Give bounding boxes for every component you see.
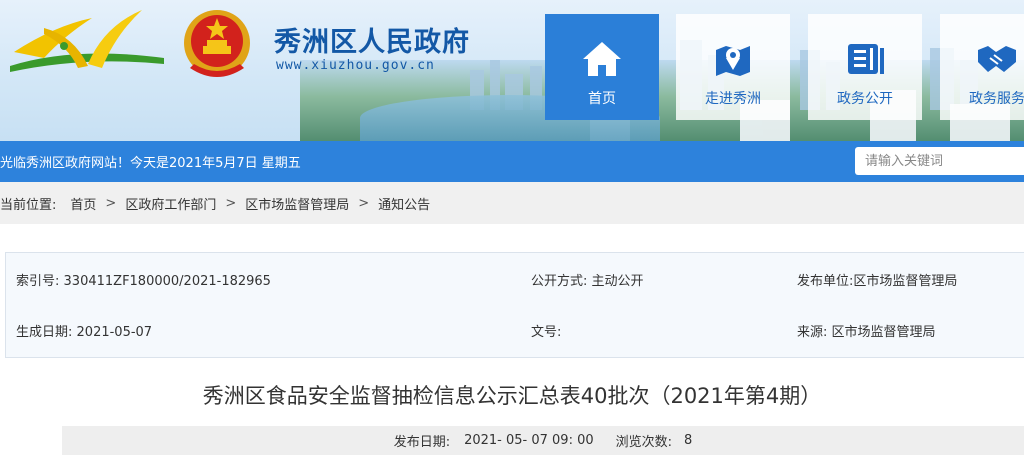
map-pin-icon bbox=[716, 46, 750, 76]
nav-home[interactable]: 首页 bbox=[545, 14, 659, 120]
views-label: 浏览次数: bbox=[615, 435, 673, 450]
handshake-icon bbox=[978, 46, 1016, 72]
breadcrumb-departments[interactable]: 区政府工作部门 bbox=[125, 194, 216, 213]
breadcrumb-label: 当前位置: bbox=[0, 197, 57, 213]
breadcrumb-separator: > bbox=[358, 195, 370, 211]
generated-date: 生成日期: 2021-05-07 bbox=[16, 321, 152, 340]
publish-date-value: 2021- 05- 07 09: 00 bbox=[464, 433, 594, 448]
publisher-value: 区市场监督管理局 bbox=[853, 274, 958, 289]
breadcrumb-home[interactable]: 首页 bbox=[70, 194, 96, 213]
breadcrumb-separator: > bbox=[105, 195, 117, 211]
breadcrumb-separator: > bbox=[225, 195, 237, 211]
open-mode-value: 主动公开 bbox=[591, 274, 644, 289]
site-header: 秀洲区人民政府 www.xiuzhou.gov.cn 首页 走进秀洲 政务公开 … bbox=[0, 0, 1024, 141]
article-meta: 发布日期: 2021- 05- 07 09: 00 浏览次数: 8 bbox=[62, 426, 1024, 455]
breadcrumb: 当前位置: 首页 > 区政府工作部门 > 区市场监督管理局 > 通知公告 bbox=[0, 182, 1024, 224]
doc-number: 文号: bbox=[531, 321, 561, 340]
breadcrumb-market-bureau[interactable]: 区市场监督管理局 bbox=[245, 194, 349, 213]
index-number: 索引号: 330411ZF180000/2021-182965 bbox=[16, 270, 271, 289]
nav-gov-info-label: 政务公开 bbox=[837, 91, 893, 107]
search-input[interactable] bbox=[855, 147, 1024, 175]
source: 来源: 区市场监督管理局 bbox=[797, 321, 936, 340]
date-value: 2021-05-07 bbox=[76, 325, 153, 340]
national-emblem-icon bbox=[184, 10, 250, 77]
nav-home-label: 首页 bbox=[588, 91, 616, 107]
publisher: 发布单位:区市场监督管理局 bbox=[797, 270, 957, 289]
nav-gov-service[interactable]: 政务服务 bbox=[940, 14, 1024, 120]
xiuzhou-logo-icon bbox=[10, 10, 164, 72]
views-count: 8 bbox=[684, 433, 693, 448]
nav-about-label: 走进秀洲 bbox=[705, 91, 761, 107]
doc-no-label: 文号: bbox=[531, 325, 562, 340]
breadcrumb-notices[interactable]: 通知公告 bbox=[378, 194, 430, 213]
open-mode-label: 公开方式: bbox=[531, 274, 588, 289]
site-url: www.xiuzhou.gov.cn bbox=[276, 58, 435, 73]
nav-gov-service-label: 政务服务 bbox=[969, 91, 1024, 107]
document-info-box: 索引号: 330411ZF180000/2021-182965 公开方式: 主动… bbox=[5, 252, 1024, 358]
source-value: 区市场监督管理局 bbox=[831, 325, 936, 340]
nav-about-xiuzhou[interactable]: 走进秀洲 bbox=[676, 14, 790, 120]
gov-info-icon bbox=[848, 44, 884, 74]
publish-date-label: 发布日期: bbox=[393, 435, 451, 450]
home-icon bbox=[583, 42, 621, 76]
date-label: 生成日期: bbox=[16, 325, 73, 340]
site-title: 秀洲区人民政府 bbox=[274, 27, 470, 58]
open-mode: 公开方式: 主动公开 bbox=[531, 270, 644, 289]
index-label: 索引号: bbox=[16, 274, 60, 289]
index-value: 330411ZF180000/2021-182965 bbox=[63, 274, 271, 289]
source-label: 来源: bbox=[797, 325, 828, 340]
publisher-label: 发布单位: bbox=[797, 274, 854, 289]
article-title: 秀洲区食品安全监督抽检信息公示汇总表40批次（2021年第4期） bbox=[202, 384, 822, 408]
welcome-text: 光临秀洲区政府网站！今天是2021年5月7日 星期五 bbox=[0, 156, 301, 171]
nav-gov-info[interactable]: 政务公开 bbox=[808, 14, 922, 120]
welcome-bar: 光临秀洲区政府网站！今天是2021年5月7日 星期五 bbox=[0, 141, 1024, 182]
